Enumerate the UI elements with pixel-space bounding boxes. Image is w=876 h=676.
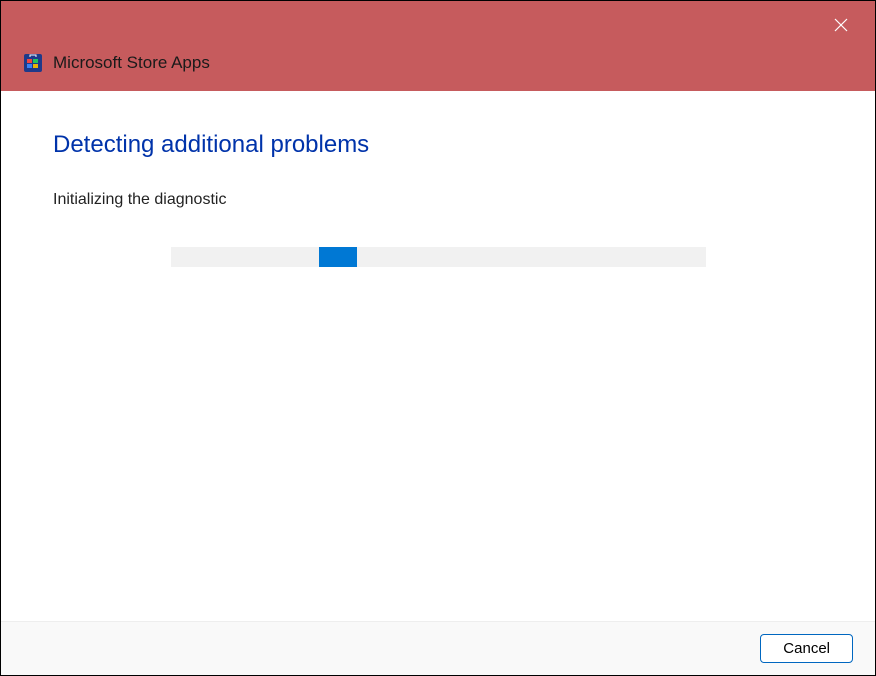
window-title: Microsoft Store Apps — [53, 53, 210, 73]
close-button[interactable] — [821, 9, 861, 41]
store-app-icon — [23, 53, 43, 73]
footer: Cancel — [1, 621, 875, 675]
status-text: Initializing the diagnostic — [53, 191, 823, 209]
progress-bar — [171, 247, 706, 267]
troubleshooter-window: Microsoft Store Apps Detecting additiona… — [0, 0, 876, 676]
cancel-button[interactable]: Cancel — [760, 634, 853, 663]
titlebar: Microsoft Store Apps — [1, 1, 875, 91]
content-area: Detecting additional problems Initializi… — [1, 91, 875, 621]
progress-indicator — [319, 247, 357, 267]
titlebar-content: Microsoft Store Apps — [23, 53, 210, 73]
close-icon — [833, 17, 849, 33]
page-heading: Detecting additional problems — [53, 131, 823, 159]
